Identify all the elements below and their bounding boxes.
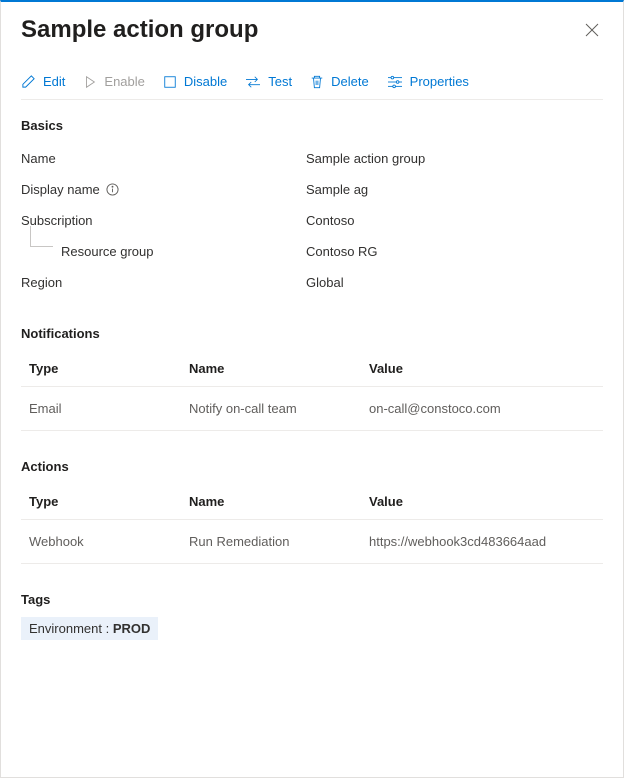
th-name: Name	[181, 484, 361, 520]
cell-value: on-call@constoco.com	[361, 387, 603, 431]
sliders-icon	[387, 75, 403, 89]
basics-row-name: Name Sample action group	[21, 143, 603, 174]
trash-icon	[310, 74, 324, 89]
th-value: Value	[361, 351, 603, 387]
test-button[interactable]: Test	[245, 74, 292, 89]
region-label: Region	[21, 275, 306, 290]
basics-row-region: Region Global	[21, 267, 603, 298]
table-row: Webhook Run Remediation https://webhook3…	[21, 520, 603, 564]
cell-name: Run Remediation	[181, 520, 361, 564]
swap-icon	[245, 75, 261, 89]
cell-value: https://webhook3cd483664aad	[361, 520, 603, 564]
table-row: Email Notify on-call team on-call@consto…	[21, 387, 603, 431]
close-icon	[585, 23, 599, 37]
test-label: Test	[268, 74, 292, 89]
display-name-label: Display name	[21, 182, 306, 197]
pencil-icon	[21, 74, 36, 89]
resource-group-label: Resource group	[21, 244, 306, 259]
cell-name: Notify on-call team	[181, 387, 361, 431]
subscription-label: Subscription	[21, 213, 306, 228]
cell-type: Webhook	[21, 520, 181, 564]
th-name: Name	[181, 351, 361, 387]
resource-group-value: Contoso RG	[306, 244, 378, 259]
tags-heading: Tags	[21, 592, 603, 607]
display-name-value: Sample ag	[306, 182, 368, 197]
th-type: Type	[21, 351, 181, 387]
notifications-heading: Notifications	[21, 326, 603, 341]
actions-heading: Actions	[21, 459, 603, 474]
cell-type: Email	[21, 387, 181, 431]
name-value: Sample action group	[306, 151, 425, 166]
disable-label: Disable	[184, 74, 227, 89]
subscription-value: Contoso	[306, 213, 354, 228]
basics-row-resource-group: Resource group Contoso RG	[21, 236, 603, 267]
actions-table: Type Name Value Webhook Run Remediation …	[21, 484, 603, 564]
enable-button: Enable	[83, 74, 144, 89]
basics-row-display-name: Display name Sample ag	[21, 174, 603, 205]
info-icon[interactable]	[106, 183, 119, 196]
delete-button[interactable]: Delete	[310, 74, 369, 89]
tags-list: Environment : PROD	[21, 617, 603, 640]
stop-icon	[163, 75, 177, 89]
name-label: Name	[21, 151, 306, 166]
region-value: Global	[306, 275, 344, 290]
panel-header: Sample action group	[21, 16, 603, 44]
tag-chip[interactable]: Environment : PROD	[21, 617, 158, 640]
properties-button[interactable]: Properties	[387, 74, 469, 89]
th-type: Type	[21, 484, 181, 520]
edit-button[interactable]: Edit	[21, 74, 65, 89]
play-icon	[83, 75, 97, 89]
basics-heading: Basics	[21, 118, 603, 133]
enable-label: Enable	[104, 74, 144, 89]
th-value: Value	[361, 484, 603, 520]
delete-label: Delete	[331, 74, 369, 89]
notifications-table: Type Name Value Email Notify on-call tea…	[21, 351, 603, 431]
tag-key: Environment	[29, 621, 102, 636]
page-title: Sample action group	[21, 16, 258, 44]
disable-button[interactable]: Disable	[163, 74, 227, 89]
properties-label: Properties	[410, 74, 469, 89]
tag-value: PROD	[113, 621, 151, 636]
toolbar: Edit Enable Disable Test Delete Properti…	[21, 66, 603, 100]
edit-label: Edit	[43, 74, 65, 89]
basics-row-subscription: Subscription Contoso	[21, 205, 603, 236]
close-button[interactable]	[581, 19, 603, 41]
